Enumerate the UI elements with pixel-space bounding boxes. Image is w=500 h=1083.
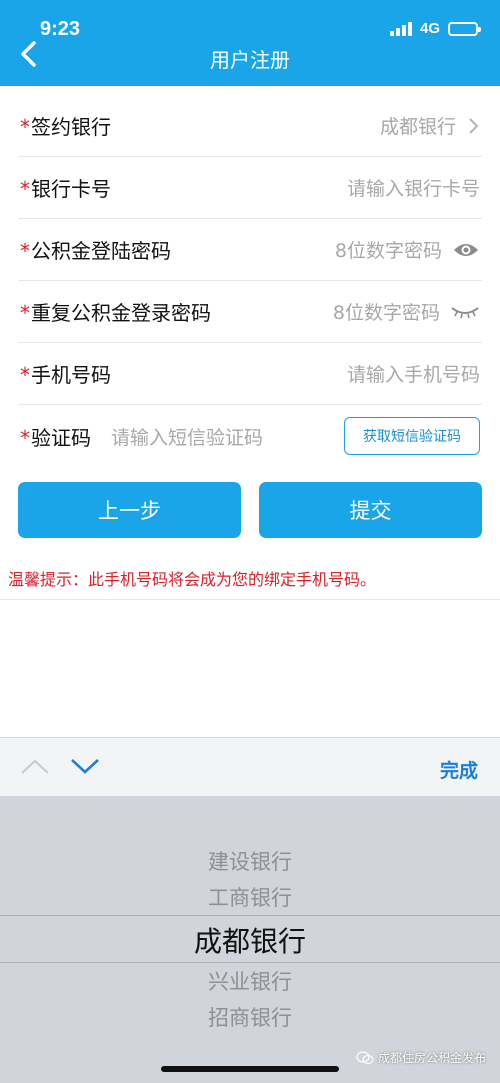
get-sms-code-button[interactable]: 获取短信验证码 [344, 417, 480, 455]
bank-value: 成都银行 [379, 116, 456, 138]
required-mark: * [20, 363, 30, 387]
chevron-down-icon[interactable] [70, 756, 100, 780]
sms-code-input[interactable]: 请输入短信验证码 [111, 423, 263, 450]
picker-divider [0, 915, 500, 916]
picker-option[interactable]: 工商银行 [0, 882, 500, 912]
password-repeat-row: *重复公积金登录密码 8位数字密码 [18, 281, 482, 343]
network-label: 4G [419, 20, 440, 37]
picker-toolbar: 完成 [0, 737, 500, 796]
watermark: 成都住房公积金发布 [356, 1049, 486, 1066]
submit-button[interactable]: 提交 [259, 482, 482, 538]
chevron-right-icon [466, 116, 480, 136]
password-repeat-input[interactable]: 8位数字密码 [333, 298, 440, 325]
picker-divider [0, 962, 500, 963]
home-indicator [161, 1066, 339, 1072]
done-button[interactable]: 完成 [440, 756, 478, 783]
bank-picker[interactable]: 建设银行 工商银行 成都银行 兴业银行 招商银行 [0, 796, 500, 1083]
bank-label: *签约银行 [20, 115, 111, 139]
status-time: 9:23 [40, 18, 81, 40]
wechat-icon [356, 1050, 374, 1064]
bank-row[interactable]: *签约银行 成都银行 [18, 95, 482, 157]
picker-option[interactable]: 兴业银行 [0, 966, 500, 996]
card-row: *银行卡号 请输入银行卡号 [18, 157, 482, 219]
required-mark: * [20, 301, 30, 325]
battery-icon [448, 21, 481, 36]
status-indicators: 4G [389, 20, 481, 37]
password-field: 8位数字密码 [335, 236, 480, 263]
prev-step-button[interactable]: 上一步 [18, 482, 241, 538]
card-label: *银行卡号 [20, 177, 111, 201]
phone-input[interactable]: 请输入手机号码 [347, 360, 480, 387]
required-mark: * [20, 239, 30, 263]
required-mark: * [20, 115, 30, 139]
sms-row: *验证码 请输入短信验证码 获取短信验证码 [18, 405, 482, 467]
chevron-up-icon[interactable] [20, 756, 50, 780]
eye-open-icon[interactable] [452, 240, 480, 260]
password-row: *公积金登陆密码 8位数字密码 [18, 219, 482, 281]
page-title: 用户注册 [210, 48, 290, 72]
card-input[interactable]: 请输入银行卡号 [347, 174, 480, 201]
app-header: 9:23 4G 用户注册 [0, 0, 500, 86]
picker-option[interactable]: 建设银行 [0, 846, 500, 876]
required-mark: * [20, 177, 30, 201]
phone-label: *手机号码 [20, 363, 111, 387]
picker-option[interactable]: 招商银行 [0, 1002, 500, 1032]
password-repeat-label: *重复公积金登录密码 [20, 301, 211, 325]
signal-icon [389, 21, 412, 36]
registration-form: *签约银行 成都银行 *银行卡号 请输入银行卡号 *公积金登陆密码 8位数字密码… [0, 95, 500, 467]
password-label: *公积金登陆密码 [20, 239, 171, 263]
tip-text: 温馨提示：此手机号码将会成为您的绑定手机号码。 [8, 570, 377, 589]
form-actions: 上一步 提交 [18, 482, 482, 538]
divider [0, 599, 500, 600]
required-mark: * [20, 425, 30, 450]
picker-option-selected[interactable]: 成都银行 [0, 920, 500, 960]
sms-label: *验证码 [20, 425, 91, 450]
eye-closed-icon[interactable] [450, 302, 480, 322]
password-input[interactable]: 8位数字密码 [335, 236, 442, 263]
bank-select[interactable]: 成都银行 [380, 112, 480, 139]
phone-row: *手机号码 请输入手机号码 [18, 343, 482, 405]
password-repeat-field: 8位数字密码 [333, 298, 480, 325]
